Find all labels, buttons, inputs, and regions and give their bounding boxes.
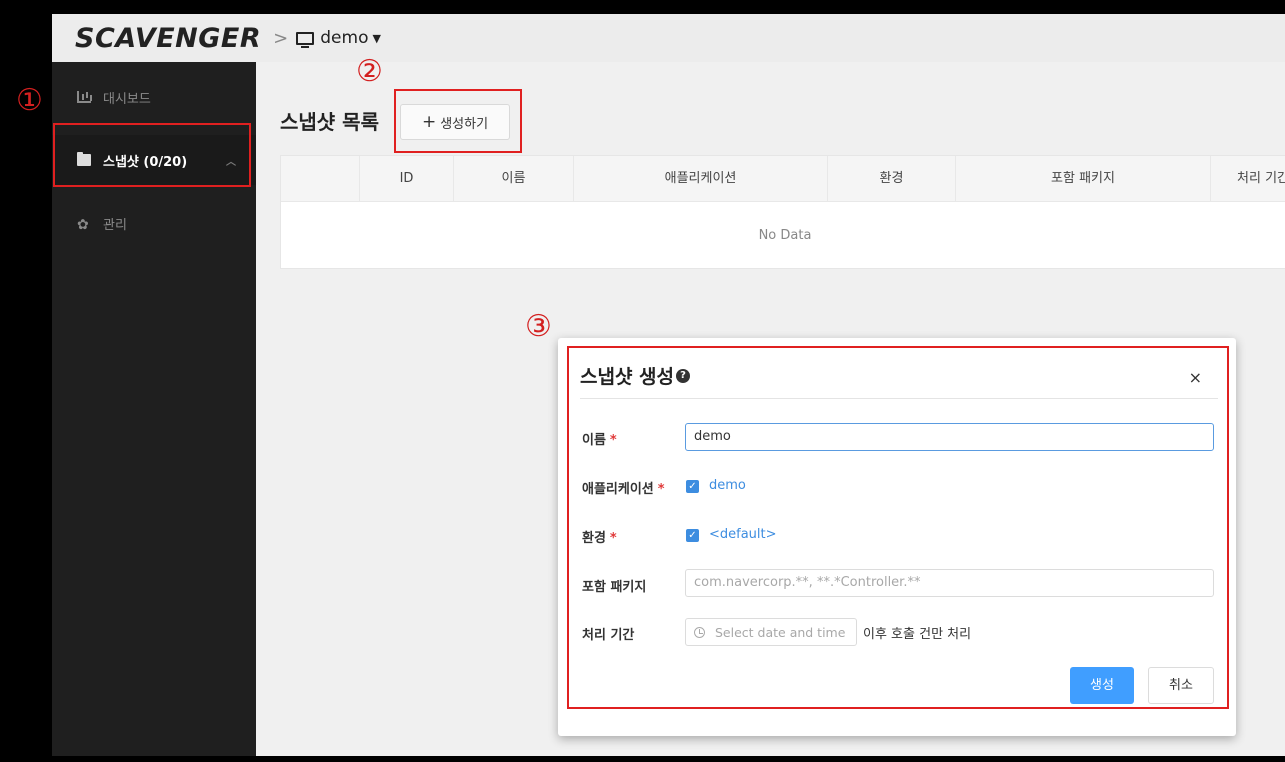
sidebar-item-label: 대시보드 <box>103 91 151 107</box>
breadcrumb-separator: > <box>273 27 289 49</box>
sidebar-item-dashboard[interactable]: 대시보드 <box>52 72 256 122</box>
app-logo[interactable]: SCAVENGER <box>75 23 261 54</box>
annotation-number-2: ② <box>356 54 383 89</box>
table-header: ID 이름 애플리케이션 환경 포함 패키지 처리 기간 <box>281 156 1285 202</box>
annotation-number-1: ① <box>16 83 43 118</box>
column-header-id[interactable]: ID <box>359 156 453 202</box>
project-selector[interactable]: demo <box>320 28 368 48</box>
column-header-environment[interactable]: 환경 <box>827 156 955 202</box>
column-header-period[interactable]: 처리 기간 <box>1210 156 1285 202</box>
monitor-icon <box>296 31 315 48</box>
annotation-box-1 <box>53 123 251 187</box>
annotation-number-3: ③ <box>525 309 552 344</box>
column-header-name[interactable]: 이름 <box>453 156 573 202</box>
caret-down-icon[interactable]: ▼ <box>372 32 380 45</box>
column-header-packages[interactable]: 포함 패키지 <box>955 156 1210 202</box>
gear-icon: ✿ <box>77 217 89 233</box>
column-header-application[interactable]: 애플리케이션 <box>573 156 827 202</box>
annotation-box-3 <box>567 346 1229 709</box>
top-bar: SCAVENGER > demo ▼ <box>52 14 1285 62</box>
chart-icon <box>77 91 91 103</box>
empty-state: No Data <box>758 228 812 243</box>
page-title: 스냅샷 목록 <box>280 110 379 134</box>
snapshot-table: ID 이름 애플리케이션 환경 포함 패키지 처리 기간 No Data <box>280 155 1285 269</box>
sidebar-item-admin[interactable]: ✿ 관리 <box>52 198 256 248</box>
sidebar-item-label: 관리 <box>103 217 127 233</box>
annotation-box-2 <box>394 89 522 153</box>
